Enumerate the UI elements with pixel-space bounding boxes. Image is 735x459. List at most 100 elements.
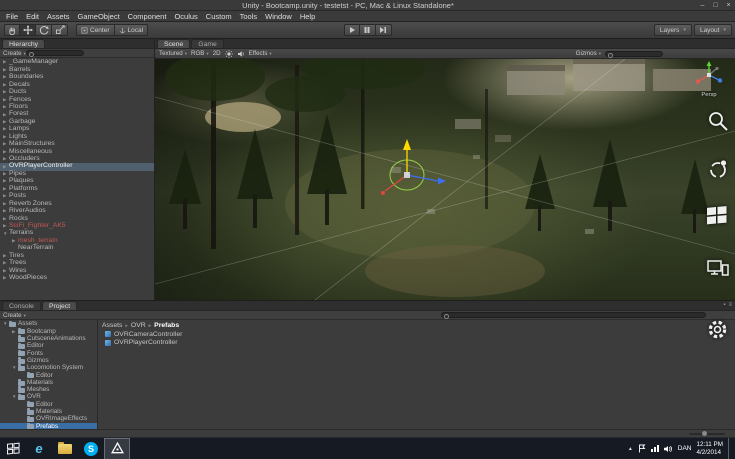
render-channels-dropdown[interactable]: RGB — [191, 50, 209, 57]
breadcrumb: AssetsOVRPrefabs — [98, 321, 735, 330]
pause-icon — [364, 27, 370, 33]
tray-expand-icon[interactable]: ▲ — [628, 446, 633, 452]
volume-icon[interactable] — [663, 445, 673, 453]
step-button[interactable] — [375, 24, 392, 36]
prefab-icon — [105, 331, 111, 338]
scene-lighting-toggle[interactable] — [224, 49, 233, 58]
network-icon[interactable] — [650, 445, 659, 452]
menu-item[interactable]: Window — [261, 12, 296, 21]
breadcrumb-segment[interactable]: OVR — [122, 322, 146, 329]
charm-search[interactable] — [707, 110, 729, 137]
hierarchy-tabstrip: Hierarchy — [0, 39, 154, 49]
menu-item[interactable]: File — [2, 12, 22, 21]
scene-tabstrip: Scene Game — [155, 39, 735, 49]
maximize-button[interactable]: □ — [709, 2, 722, 9]
menu-item[interactable]: Custom — [202, 12, 236, 21]
menu-item[interactable]: Help — [296, 12, 319, 21]
tab-hierarchy[interactable]: Hierarchy — [2, 39, 46, 48]
folder-icon — [27, 415, 34, 422]
rotation-toggle-button[interactable]: Local — [114, 24, 149, 36]
bottom-tabstrip: Console Project ▪ ≡ — [0, 301, 735, 311]
charm-devices[interactable] — [706, 258, 729, 284]
asset-item[interactable]: OVRPlayerController — [98, 339, 735, 348]
windows-logo-icon — [6, 442, 20, 455]
start-button[interactable] — [0, 438, 26, 459]
folder-icon — [18, 379, 25, 386]
share-icon — [710, 160, 727, 178]
hierarchy-item-label: Posts — [9, 192, 26, 200]
project-status-bar — [0, 429, 735, 437]
breadcrumb-segment[interactable]: Prefabs — [146, 322, 179, 329]
play-icon — [349, 27, 355, 33]
show-desktop-button[interactable] — [728, 437, 732, 459]
scene-orientation-gizmo[interactable]: Persp — [691, 61, 727, 98]
charm-share[interactable] — [707, 158, 729, 185]
clock[interactable]: 12:11 PM 4/2/2014 — [697, 441, 724, 457]
action-center-flag-icon[interactable] — [638, 444, 646, 453]
time-label: 12:11 PM — [696, 440, 724, 448]
settings-gear-icon — [708, 320, 727, 339]
folder-item[interactable]: CutsceneAnimations — [0, 335, 97, 343]
2d-toggle-button[interactable]: 2D — [213, 50, 221, 57]
unity-logo-icon — [110, 442, 124, 454]
rotate-tool-button[interactable] — [36, 24, 52, 36]
charm-settings[interactable] — [706, 318, 729, 346]
step-icon — [380, 27, 386, 33]
hierarchy-item-label: MainStructures — [9, 140, 55, 148]
charm-start[interactable] — [705, 204, 729, 230]
hand-tool-button[interactable] — [4, 24, 20, 36]
scene-audio-toggle[interactable] — [237, 50, 245, 58]
tab-scene[interactable]: Scene — [157, 39, 191, 48]
folder-item[interactable]: Meshes — [0, 386, 97, 394]
effects-dropdown[interactable]: Effects — [249, 50, 272, 57]
layout-dropdown[interactable]: Layout — [693, 24, 732, 36]
hierarchy-create-dropdown[interactable]: Create — [3, 50, 26, 57]
hierarchy-item[interactable]: WoodPieces — [0, 274, 154, 282]
tab-console[interactable]: Console — [2, 301, 41, 310]
asset-item[interactable]: OVRCameraController — [98, 330, 735, 339]
tab-project[interactable]: Project — [41, 301, 78, 310]
folder-item[interactable]: Locomotion System — [0, 364, 97, 372]
project-create-dropdown[interactable]: Create — [3, 312, 26, 319]
projection-label[interactable]: Persp — [691, 92, 727, 98]
taskbar-skype[interactable]: S — [78, 438, 104, 459]
move-tool-button[interactable] — [20, 24, 36, 36]
icon-size-slider[interactable] — [689, 431, 725, 436]
language-indicator[interactable]: DAN — [678, 445, 692, 452]
scale-tool-button[interactable] — [52, 24, 68, 36]
menu-item[interactable]: Oculus — [170, 12, 201, 21]
folder-icon — [18, 364, 25, 371]
panel-menu-icon[interactable]: ≡ — [728, 302, 732, 308]
explorer-folder-icon — [58, 441, 72, 454]
menu-item[interactable]: Assets — [43, 12, 74, 21]
hierarchy-search-input[interactable] — [25, 50, 84, 57]
pause-button[interactable] — [359, 24, 376, 36]
layers-dropdown[interactable]: Layers — [653, 24, 692, 36]
minimize-button[interactable]: – — [696, 2, 709, 9]
menu-item[interactable]: GameObject — [74, 12, 124, 21]
folder-label: Editor — [27, 342, 44, 350]
folder-label: Locomotion System — [27, 364, 84, 372]
taskbar-unity[interactable] — [104, 437, 130, 459]
menu-item[interactable]: Tools — [236, 12, 262, 21]
play-button[interactable] — [343, 24, 360, 36]
taskbar-file-explorer[interactable] — [52, 438, 78, 459]
scene-panel: Scene Game Textured RGB 2D Effects Gizmo… — [155, 39, 735, 300]
close-button[interactable]: × — [722, 2, 735, 9]
breadcrumb-segment[interactable]: Assets — [102, 322, 122, 329]
main-toolbar: Center Local Layers Layout — [0, 22, 735, 39]
pivot-toggle-button[interactable]: Center — [76, 24, 115, 36]
system-tray: ▲ DAN 12:11 PM 4/2/2014 — [628, 437, 735, 459]
project-search-input[interactable] — [441, 312, 706, 319]
lock-icon[interactable]: ▪ — [723, 302, 725, 308]
folder-item[interactable]: Editor — [0, 342, 97, 350]
shading-mode-dropdown[interactable]: Textured — [159, 50, 187, 57]
scene-search-input[interactable] — [605, 50, 663, 58]
menu-item[interactable]: Component — [124, 12, 171, 21]
scene-render — [155, 59, 735, 300]
menu-item[interactable]: Edit — [22, 12, 43, 21]
gizmos-dropdown[interactable]: Gizmos — [576, 50, 601, 57]
tab-game[interactable]: Game — [191, 39, 224, 48]
taskbar-internet-explorer[interactable]: e — [26, 438, 52, 459]
scene-viewport[interactable]: Persp — [155, 59, 735, 300]
